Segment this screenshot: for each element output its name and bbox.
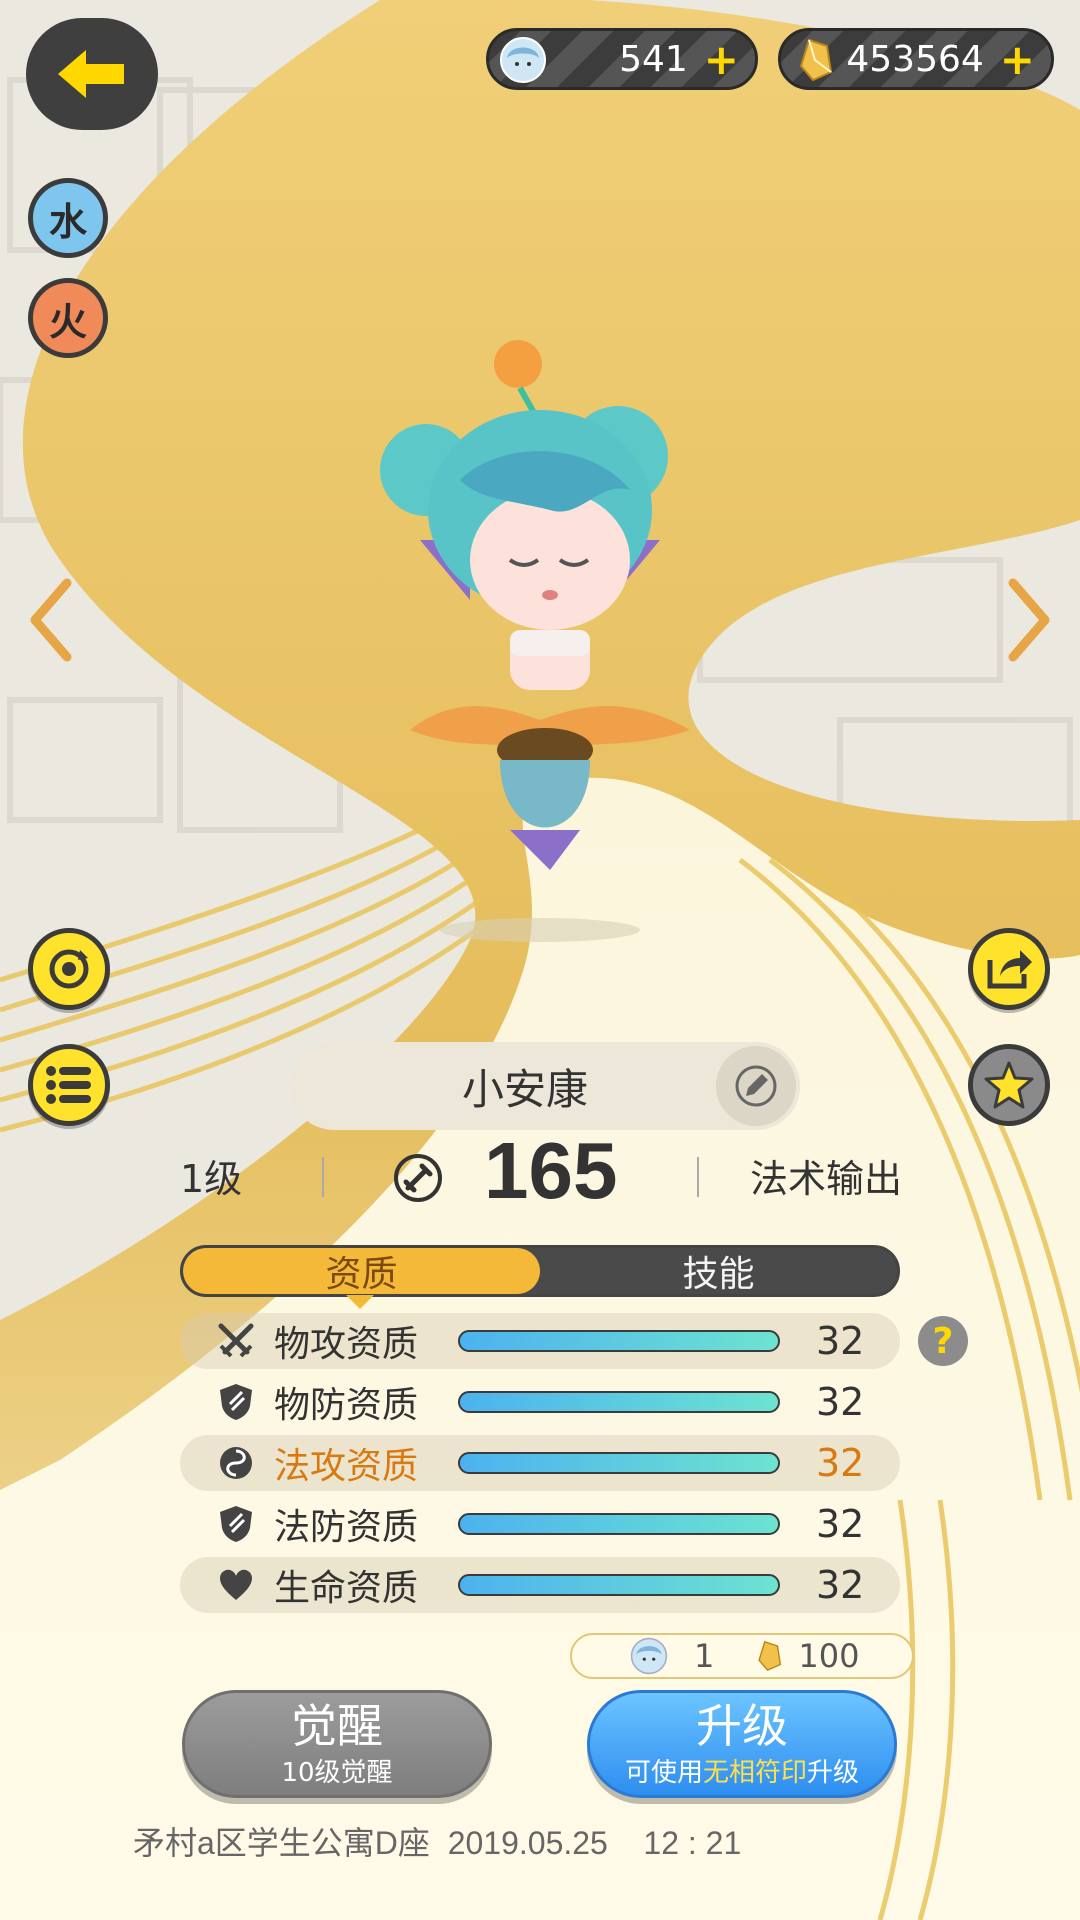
awaken-button[interactable]: 觉醒 10级觉醒 [182, 1690, 492, 1798]
refresh-icon [49, 949, 89, 989]
crystal-icon [799, 38, 833, 82]
awaken-title: 觉醒 [291, 1698, 383, 1753]
pet-detail-screen: 541 + 453564 + 水 火 小安康 1级 165 法术输出 资质 技能… [0, 0, 1080, 1920]
currency-crystal[interactable]: 453564 + [778, 28, 1054, 90]
stat-bar [458, 1391, 780, 1413]
crystal-value: 453564 [846, 38, 984, 80]
add-coin-button[interactable]: + [704, 35, 739, 84]
background-art [0, 0, 1080, 1920]
stat-label: 生命资质 [274, 1568, 419, 1609]
favorite-button[interactable] [968, 1044, 1050, 1126]
location-timestamp: 矛村a区学生公寓D座 2019.05.25 12 : 21 [133, 1825, 742, 1861]
stat-row-physical-defense: 物防资质 32 [180, 1374, 900, 1430]
tab-aptitude[interactable]: 资质 [183, 1248, 540, 1294]
star-icon [984, 1061, 1034, 1109]
upgrade-title: 升级 [696, 1698, 788, 1753]
upgrade-sub-post: 升级 [807, 1757, 860, 1788]
list-button[interactable] [28, 1044, 110, 1126]
prev-pet-arrow-icon[interactable] [25, 575, 75, 665]
upgrade-cost: 1 100 [570, 1633, 914, 1679]
share-button[interactable] [968, 928, 1050, 1010]
pencil-icon [735, 1065, 777, 1107]
stat-row-magic-attack: 法攻资质 32 [180, 1435, 900, 1491]
divider [322, 1157, 324, 1197]
rename-button[interactable] [712, 1042, 800, 1130]
stat-value: 32 [816, 1441, 865, 1485]
combat-power: 165 [484, 1126, 618, 1215]
stat-label: 法攻资质 [274, 1446, 419, 1487]
swirl-icon [216, 1443, 256, 1483]
shield-icon [216, 1382, 256, 1422]
heart-icon [216, 1565, 256, 1605]
stat-label: 法防资质 [274, 1507, 419, 1548]
help-button[interactable]: ? [918, 1316, 968, 1366]
currency-coin[interactable]: 541 + [486, 28, 758, 90]
stat-value: 32 [816, 1380, 865, 1424]
stat-label: 物防资质 [274, 1385, 419, 1426]
tab-pointer [346, 1295, 374, 1309]
element-water-label: 水 [48, 199, 87, 244]
coin-avatar-icon [500, 37, 546, 83]
stat-label: 物攻资质 [274, 1324, 419, 1365]
next-pet-arrow-icon[interactable] [1005, 575, 1055, 665]
pet-name: 小安康 [461, 1064, 588, 1114]
stat-bar [458, 1513, 780, 1535]
cost-crystal: 100 [798, 1637, 860, 1675]
element-water-badge: 水 [28, 178, 108, 258]
stat-row-magic-defense: 法防资质 32 [180, 1496, 900, 1552]
arrow-left-icon [58, 50, 124, 98]
shield-icon [216, 1504, 256, 1544]
list-icon [46, 1066, 91, 1104]
sword-icon [216, 1321, 256, 1361]
stat-bar [458, 1452, 780, 1474]
coin-value: 541 [619, 38, 688, 80]
stat-bar [458, 1574, 780, 1596]
upgrade-subtitle: 可使用无相符印升级 [625, 1752, 859, 1789]
stat-value: 32 [816, 1319, 865, 1363]
pet-role: 法术输出 [750, 1157, 903, 1201]
stat-value: 32 [816, 1502, 865, 1546]
combat-power-icon [394, 1154, 442, 1202]
pet-name-bar: 小安康 [290, 1042, 800, 1130]
back-button[interactable] [26, 18, 158, 130]
pet-character[interactable] [360, 330, 720, 950]
element-fire-label: 火 [48, 299, 87, 344]
share-icon [987, 950, 1032, 989]
awaken-subtitle: 10级觉醒 [281, 1757, 393, 1788]
element-fire-badge: 火 [28, 278, 108, 358]
stat-value: 32 [816, 1563, 865, 1607]
divider [697, 1157, 699, 1197]
upgrade-sub-pre: 可使用 [624, 1757, 703, 1788]
cost-coin: 1 [694, 1637, 715, 1675]
pet-level: 1级 [180, 1157, 243, 1201]
tab-skills[interactable]: 技能 [540, 1248, 897, 1294]
upgrade-sub-item: 无相符印 [702, 1757, 807, 1788]
coin-avatar-icon [630, 1637, 668, 1675]
detail-tabs: 资质 技能 [180, 1245, 900, 1297]
crystal-icon [758, 1640, 782, 1672]
stat-row-physical-attack: 物攻资质 32 [180, 1313, 900, 1369]
add-crystal-button[interactable]: + [1000, 35, 1035, 84]
upgrade-button[interactable]: 升级 可使用无相符印升级 [587, 1690, 897, 1798]
reset-button[interactable] [28, 928, 110, 1010]
stat-bar [458, 1330, 780, 1352]
stat-row-health: 生命资质 32 [180, 1557, 900, 1613]
